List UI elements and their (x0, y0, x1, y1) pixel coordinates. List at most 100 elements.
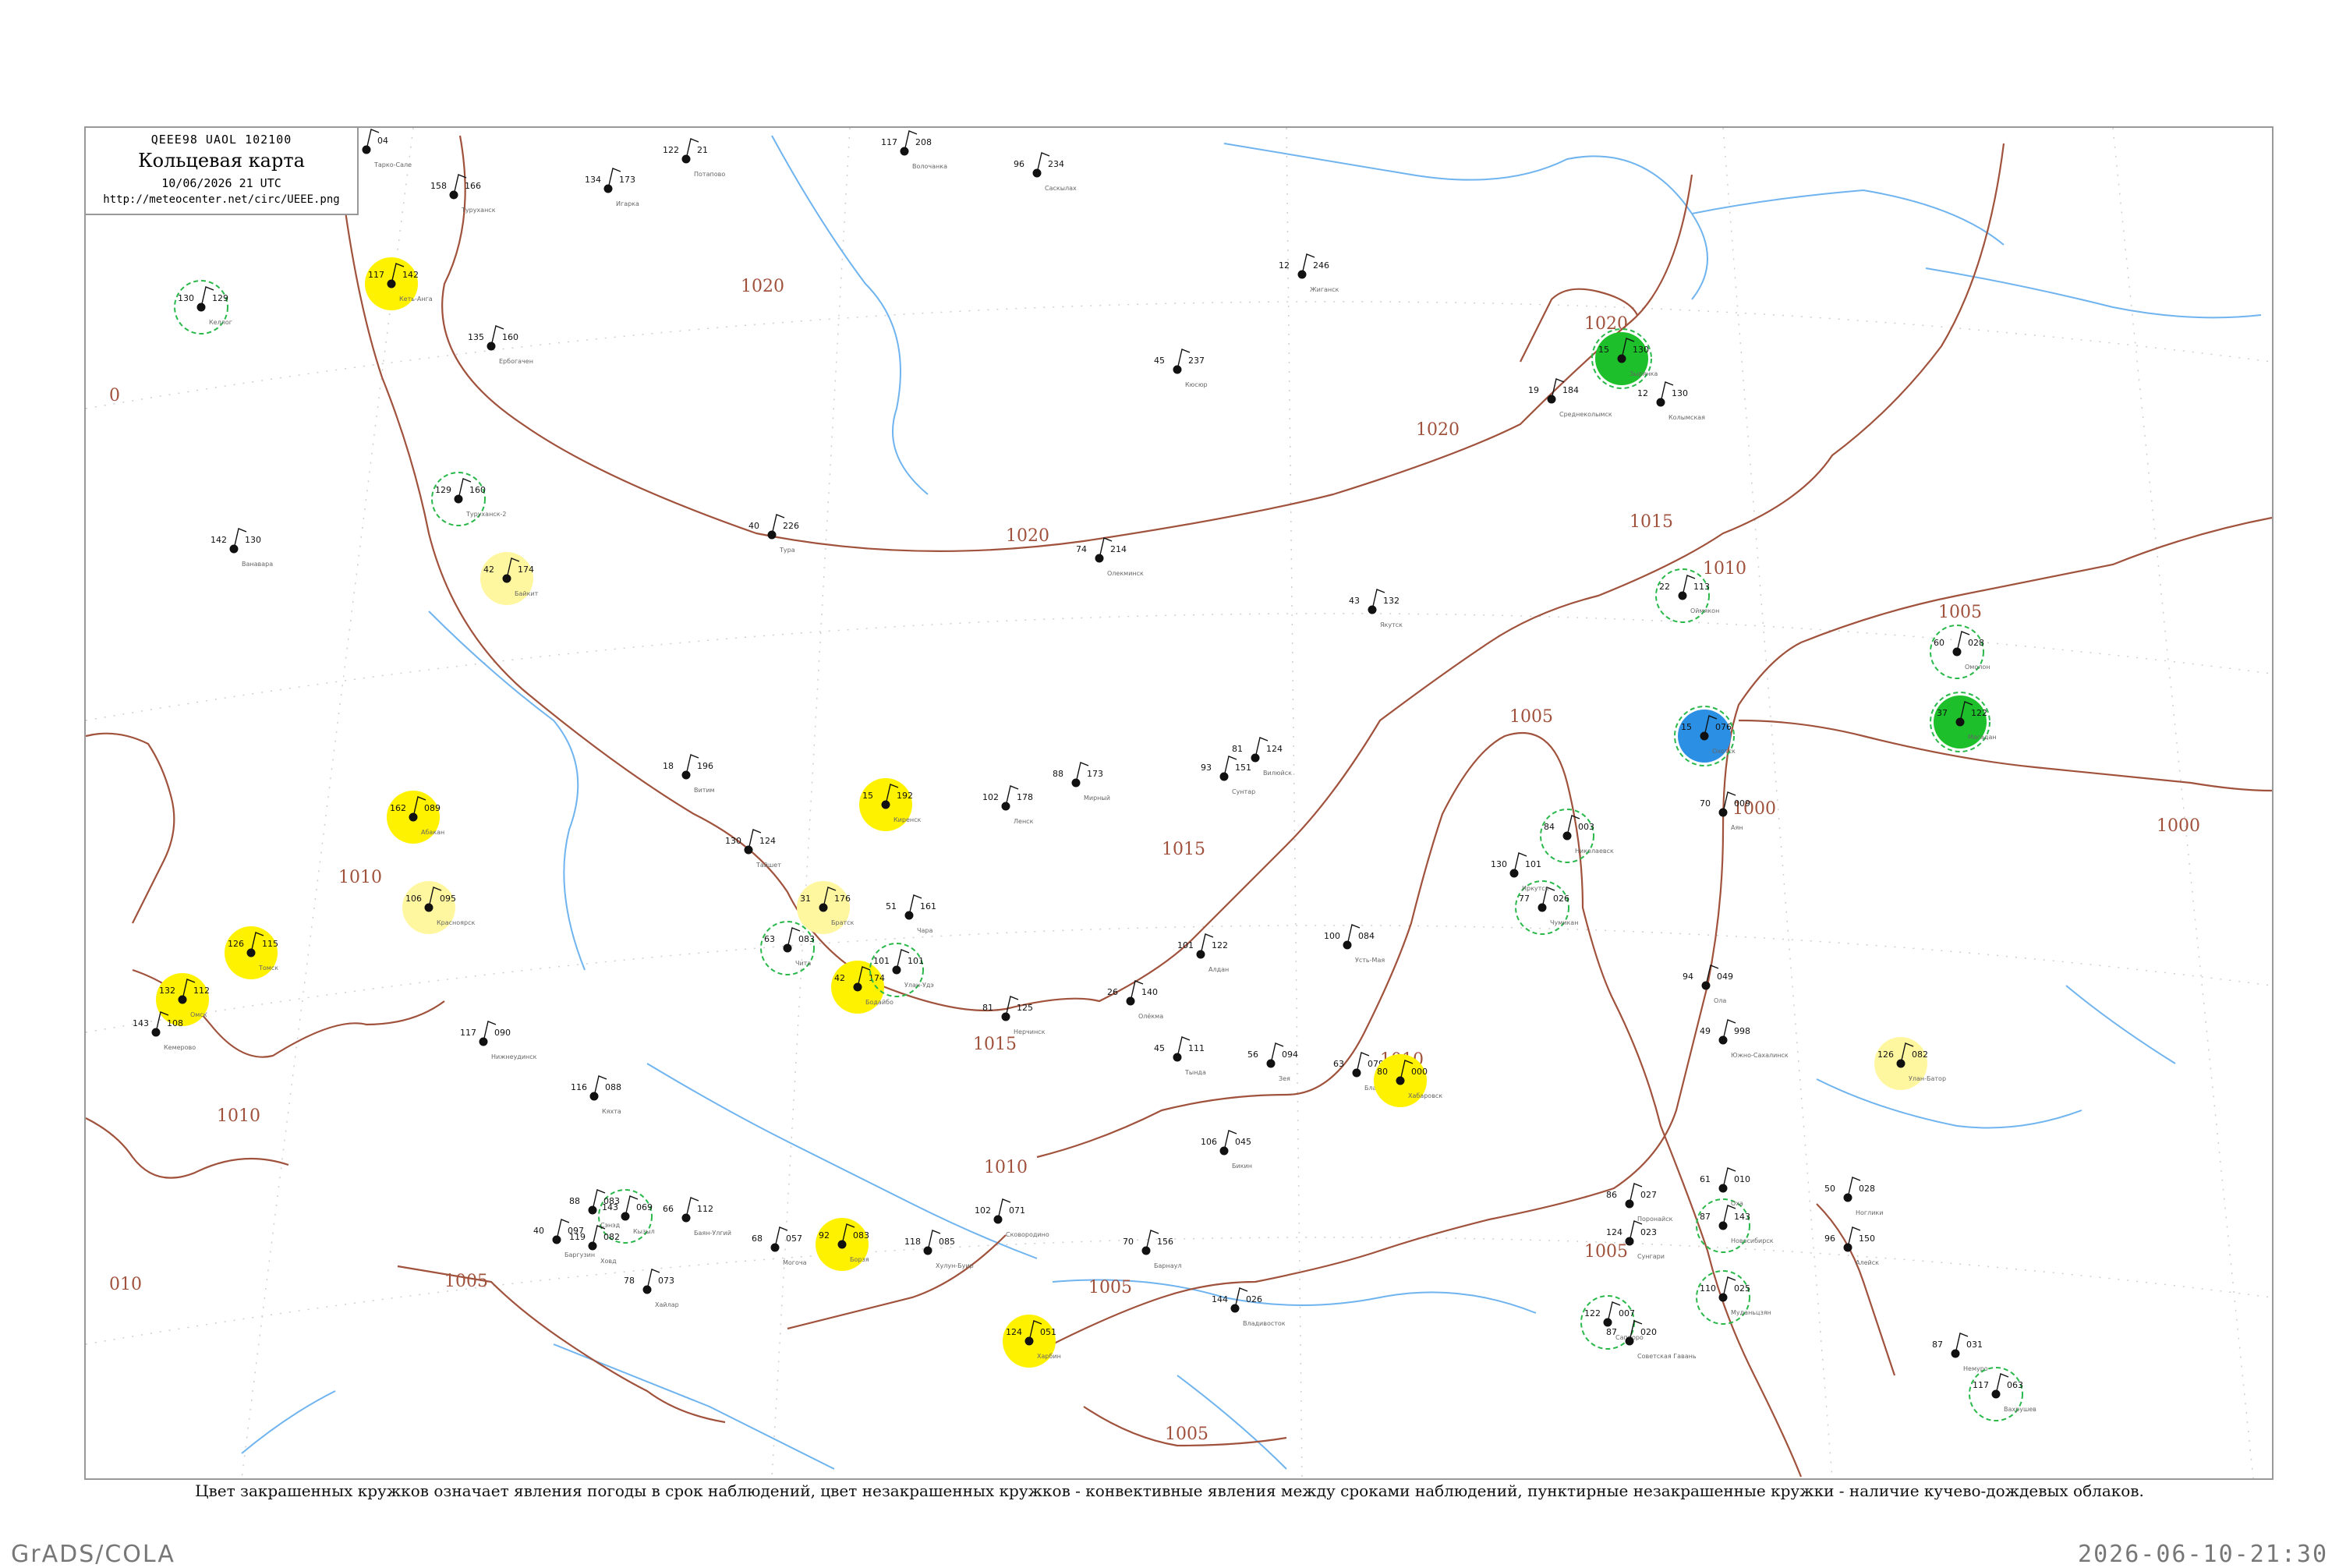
weather-station: 124 051 Харбин (1003, 1315, 1061, 1368)
station-pressure: 051 (1040, 1327, 1056, 1337)
isobar-label: 1015 (973, 1035, 1017, 1054)
weather-station: 158 166 Туруханск (430, 174, 496, 214)
datestamp: 2026-06-10-21:30 (2078, 1541, 2328, 1568)
station-name: Абакан (421, 829, 444, 836)
station-pressure: 173 (619, 175, 635, 185)
station-name: Николаевск (1575, 848, 1614, 855)
station-temperature: 43 (1349, 596, 1360, 606)
weather-station: 92 083 Борзя (816, 1218, 869, 1271)
station-temperature: 162 (390, 803, 406, 813)
isobar-1000 (1738, 719, 2272, 792)
station-name: Витим (694, 787, 715, 794)
station-temperature: 126 (1877, 1049, 1894, 1060)
station-pressure: 234 (1048, 159, 1064, 169)
station-temperature: 110 (1700, 1283, 1716, 1294)
station-pressure: 176 (834, 894, 851, 904)
weather-station: 31 176 Братск (797, 881, 855, 934)
station-name: Охотск (1712, 748, 1736, 755)
weather-station: 102 071 Сковородино (975, 1198, 1049, 1238)
station-temperature: 106 (405, 894, 422, 904)
map-frame: 1020 1020 1020 1020 1015 1015 1015 1010 … (84, 126, 2274, 1480)
station-temperature: 100 (1324, 931, 1340, 941)
station-pressure: 076 (1715, 722, 1732, 732)
weather-station: 74 214 Олекминск (1076, 537, 1144, 577)
station-temperature: 74 (1076, 544, 1087, 554)
station-name: Сэнэд (600, 1222, 621, 1229)
station-temperature: 12 (1637, 388, 1648, 398)
station-name: Келлог (209, 319, 232, 326)
station-temperature: 118 (904, 1237, 921, 1247)
isobar-label: 0 (109, 386, 120, 405)
station-pressure: 115 (262, 939, 278, 949)
weather-station: 56 094 Зея (1247, 1042, 1298, 1082)
station-pressure: 025 (1734, 1283, 1750, 1294)
station-name: Иркутск (1522, 885, 1549, 892)
station-temperature: 81 (1232, 744, 1243, 754)
station-temperature: 66 (663, 1204, 674, 1214)
station-pressure: 009 (1734, 798, 1750, 809)
station-name: Ола (1714, 997, 1726, 1004)
station-temperature: 60 (1934, 638, 1944, 648)
station-name: Зея (1279, 1075, 1290, 1082)
station-pressure: 085 (939, 1237, 955, 1247)
station-pressure: 143 (1734, 1212, 1750, 1222)
weather-station: 43 132 Якутск (1349, 589, 1403, 628)
station-name: Туруханск-2 (465, 511, 507, 518)
weather-station: 118 085 Хулун-Буир (904, 1230, 974, 1269)
station-temperature: 15 (1681, 722, 1692, 732)
station-pressure: 069 (636, 1202, 653, 1212)
station-pressure: 113 (1693, 582, 1710, 592)
station-pressure: 130 (245, 535, 261, 545)
isobar-label: 1005 (444, 1272, 488, 1291)
weather-station: 102 178 Ленск (982, 785, 1034, 825)
station-name: Тарко-Сале (373, 161, 412, 168)
station-name: Туруханск (461, 207, 496, 214)
station-name: Алдан (1208, 966, 1229, 973)
rivers (241, 135, 2262, 1470)
isobar-1005-south (397, 1265, 1287, 1447)
station-temperature: 88 (1053, 769, 1063, 779)
weather-station: 129 160 Туруханск-2 (431, 472, 507, 526)
weather-station: 117 142 Кеть-Анга (365, 257, 433, 310)
station-pressure: 101 (1525, 859, 1541, 869)
isobar-1005 (787, 516, 2272, 1345)
station-pressure: 095 (440, 894, 456, 904)
station-pressure: 031 (1966, 1340, 1983, 1350)
weather-station: 49 998 Южно-Сахалинск (1700, 1019, 1789, 1059)
station-temperature: 102 (975, 1205, 991, 1216)
station-name: Нижнеудинск (491, 1053, 537, 1060)
station-pressure: 151 (1235, 763, 1251, 773)
station-name: Бикин (1232, 1163, 1252, 1170)
weather-station: 100 084 Усть-Мая (1324, 924, 1385, 964)
isobar-label: 1020 (1006, 526, 1049, 546)
weather-station: 45 111 Тында (1154, 1036, 1206, 1076)
station-pressure: 101 (908, 956, 924, 966)
station-name: Томск (258, 965, 278, 972)
station-pressure: 161 (920, 901, 936, 911)
weather-station: 130 124 Тайшет (725, 829, 781, 869)
station-pressure: 090 (494, 1028, 511, 1038)
station-pressure: 178 (1017, 792, 1033, 802)
station-pressure: 094 (1282, 1049, 1298, 1060)
station-temperature: 129 (435, 485, 451, 495)
isobar-label: 1005 (1165, 1425, 1208, 1444)
station-name: Чита (795, 960, 811, 967)
station-temperature: 117 (881, 137, 897, 147)
weather-station: 19 184 Среднеколымск (1528, 378, 1612, 418)
station-temperature: 50 (1824, 1184, 1835, 1194)
map-time: 10/06/2026 21 UTC (161, 176, 281, 190)
station-name: Советская Гавань (1637, 1353, 1697, 1360)
station-name: Хулун-Буир (936, 1262, 974, 1269)
station-pressure: 083 (603, 1196, 620, 1206)
station-name: Потапово (694, 171, 725, 178)
weather-station: 134 173 Игарка (585, 168, 639, 207)
station-pressure: 083 (853, 1230, 869, 1241)
isobar-label: 1005 (1509, 707, 1553, 727)
station-temperature: 49 (1700, 1026, 1711, 1036)
weather-station: 50 028 Ноглики (1824, 1177, 1883, 1216)
station-name: Вахрушев (2004, 1406, 2036, 1413)
map-legend: QEEE98 UAOL 102100 Кольцевая карта 10/06… (84, 126, 359, 215)
weather-station: 117 063 Вахрушев (1969, 1367, 2036, 1421)
weather-station: 42 174Бодайбо (831, 961, 893, 1014)
station-pressure: 160 (502, 332, 518, 342)
